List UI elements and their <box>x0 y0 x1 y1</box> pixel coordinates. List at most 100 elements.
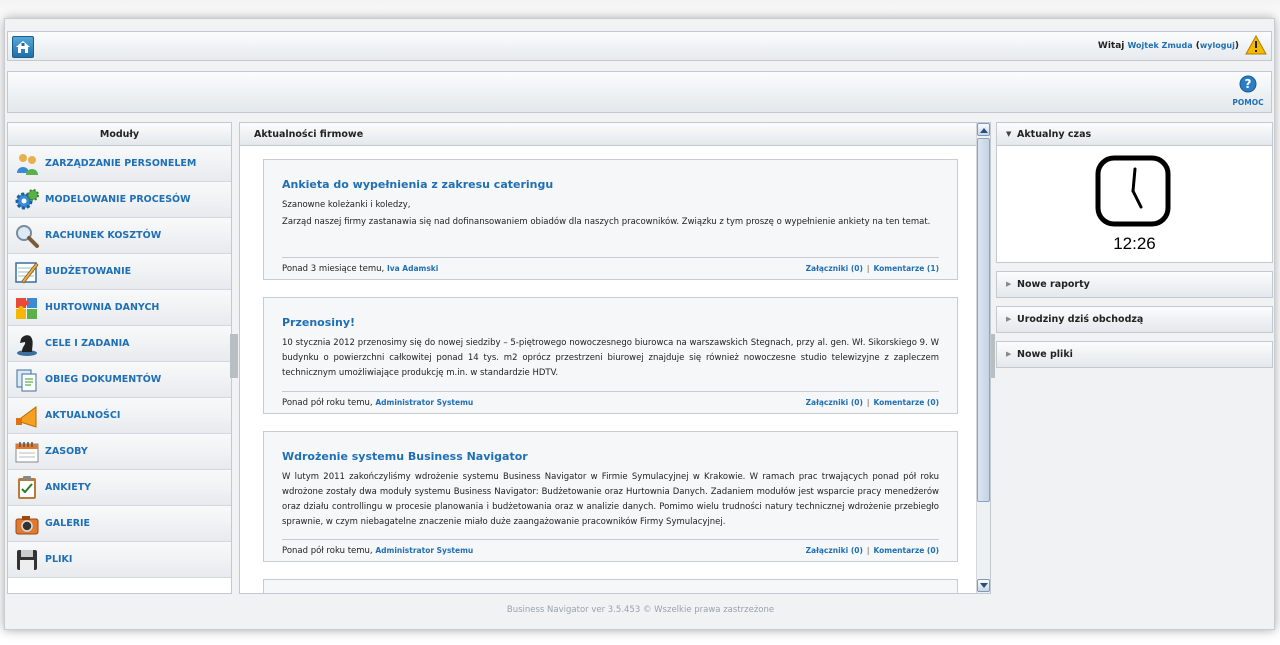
module-label: ZARZĄDZANIE PERSONELEM <box>45 158 197 169</box>
module-label: ZASOBY <box>45 446 88 457</box>
clock-time: 12:26 <box>1113 234 1156 253</box>
news-card-body: Szanowne koleżanki i koledzy, Zarząd nas… <box>282 198 939 230</box>
expand-arrow-icon: ▶ <box>1006 280 1012 288</box>
news-card-paragraph: Szanowne koleżanki i koledzy, <box>282 200 411 210</box>
module-label: GALERIE <box>45 518 91 529</box>
section-new-files[interactable]: ▶ Nowe pliki <box>996 341 1273 368</box>
news-card-author-link[interactable]: Administrator Systemu <box>375 546 473 555</box>
attachments-link[interactable]: Załączniki (0) <box>806 546 863 555</box>
logout-link[interactable]: wyloguj <box>1200 41 1235 50</box>
news-scrollbar[interactable] <box>976 123 990 593</box>
news-panel: Aktualności firmowe Ankieta do wypełnien… <box>239 122 991 594</box>
module-item-surveys[interactable]: ANKIETY <box>8 470 231 506</box>
news-card: Ankieta do wypełnienia z zakresu caterin… <box>263 159 958 280</box>
news-card-time: Ponad pół roku temu, <box>282 545 373 556</box>
toolbar: ? POMOC <box>7 71 1272 113</box>
news-card-paragraph: Zarząd naszej firmy zastanawia się nad d… <box>282 217 931 227</box>
news-card-time: Ponad pół roku temu, <box>282 397 373 408</box>
left-panel-collapse-handle[interactable] <box>230 334 238 378</box>
megaphone-icon <box>12 401 42 431</box>
attachments-link[interactable]: Załączniki (0) <box>806 264 863 273</box>
puzzle-icon <box>12 293 42 323</box>
news-card-title[interactable]: Wdrożenie systemu Business Navigator <box>282 450 939 463</box>
clock-widget-header[interactable]: ▼ Aktualny czas <box>997 123 1272 146</box>
module-item-personnel[interactable]: ZARZĄDZANIE PERSONELEM <box>8 146 231 182</box>
news-card-footer: Ponad pół roku temu, Administrator Syste… <box>282 539 939 561</box>
news-card-author-link[interactable]: Administrator Systemu <box>375 398 473 407</box>
module-item-budgeting[interactable]: BUDŻETOWANIE <box>8 254 231 290</box>
module-label: RACHUNEK KOSZTÓW <box>45 230 162 241</box>
module-item-resources[interactable]: ZASOBY <box>8 434 231 470</box>
chess-knight-icon <box>12 329 42 359</box>
analog-clock-icon <box>1095 155 1171 227</box>
scrollbar-thumb[interactable] <box>977 138 990 502</box>
clipboard-icon <box>12 473 42 503</box>
scroll-up-icon[interactable] <box>977 123 990 136</box>
warning-icon[interactable] <box>1245 34 1267 58</box>
section-label: Nowe pliki <box>1017 349 1073 360</box>
comments-link[interactable]: Komentarze (1) <box>873 264 939 273</box>
comments-link[interactable]: Komentarze (0) <box>873 398 939 407</box>
news-card-title[interactable]: Przenosiny! <box>282 316 939 329</box>
app-frame: Witaj Wojtek Zmuda (wyloguj) ? POMOC Mod… <box>4 18 1275 630</box>
welcome-text: Witaj Wojtek Zmuda (wyloguj) <box>1097 41 1239 51</box>
gears-icon <box>12 185 42 215</box>
calendar-icon <box>12 437 42 467</box>
news-card-time: Ponad 3 miesiące temu, <box>282 263 385 274</box>
user-name-link[interactable]: Wojtek Zmuda <box>1128 41 1193 50</box>
section-new-reports[interactable]: ▶ Nowe raporty <box>996 271 1273 298</box>
news-card: Wdrożenie systemu Business Navigator W l… <box>263 431 958 562</box>
module-label: PLIKI <box>45 554 73 565</box>
scroll-down-icon[interactable] <box>977 579 990 592</box>
help-button[interactable]: ? POMOC <box>1231 75 1265 107</box>
module-label: CELE I ZADANIA <box>45 338 130 349</box>
news-card-paragraph: 10 stycznia 2012 przenosimy się do nowej… <box>282 338 939 378</box>
section-label: Nowe raporty <box>1017 279 1090 290</box>
pencil-board-icon <box>12 257 42 287</box>
news-card: Przenosiny! 10 stycznia 2012 przenosimy … <box>263 297 958 414</box>
expand-arrow-icon: ▶ <box>1006 315 1012 323</box>
module-label: MODELOWANIE PROCESÓW <box>45 194 191 205</box>
news-card-footer: Ponad 3 miesiące temu, Iva Adamski Załąc… <box>282 257 939 279</box>
module-item-warehouse[interactable]: HURTOWNIA DANYCH <box>8 290 231 326</box>
right-panel: ▼ Aktualny czas 12:26 ▶ Nowe raporty ▶ Uro… <box>996 122 1273 368</box>
module-label: HURTOWNIA DANYCH <box>45 302 160 313</box>
people-icon <box>12 149 42 179</box>
news-card-partial <box>263 579 958 593</box>
module-item-files[interactable]: PLIKI <box>8 542 231 578</box>
svg-text:?: ? <box>1245 77 1252 91</box>
module-label: BUDŻETOWANIE <box>45 266 132 277</box>
help-label: POMOC <box>1232 98 1264 107</box>
home-icon[interactable] <box>12 36 34 58</box>
comments-link[interactable]: Komentarze (0) <box>873 546 939 555</box>
news-card-title[interactable]: Ankieta do wypełnienia z zakresu caterin… <box>282 178 939 191</box>
clock-title: Aktualny czas <box>1017 129 1092 140</box>
news-title: Aktualności firmowe <box>240 123 990 146</box>
clock-widget: ▼ Aktualny czas 12:26 <box>996 122 1273 263</box>
help-icon: ? <box>1239 75 1257 93</box>
top-bar: Witaj Wojtek Zmuda (wyloguj) <box>7 31 1272 61</box>
module-item-news[interactable]: AKTUALNOŚCI <box>8 398 231 434</box>
camera-icon <box>12 509 42 539</box>
section-birthdays[interactable]: ▶ Urodziny dziś obchodzą <box>996 306 1273 333</box>
module-item-processes[interactable]: MODELOWANIE PROCESÓW <box>8 182 231 218</box>
floppy-icon <box>12 545 42 575</box>
welcome-prefix: Witaj <box>1097 41 1125 51</box>
modules-title: Moduły <box>8 123 231 146</box>
module-label: OBIEG DOKUMENTÓW <box>45 374 162 385</box>
module-item-goals[interactable]: CELE I ZADANIA <box>8 326 231 362</box>
attachments-link[interactable]: Załączniki (0) <box>806 398 863 407</box>
news-card-body: W lutym 2011 zakończyliśmy wdrożenie sys… <box>282 470 939 530</box>
magnifier-icon <box>12 221 42 251</box>
modules-panel: Moduły ZARZĄDZANIE PERSONELEM MODELOWANI… <box>7 122 232 594</box>
expand-arrow-icon: ▶ <box>1006 350 1012 358</box>
module-item-galleries[interactable]: GALERIE <box>8 506 231 542</box>
news-card-footer: Ponad pół roku temu, Administrator Syste… <box>282 391 939 413</box>
module-item-costs[interactable]: RACHUNEK KOSZTÓW <box>8 218 231 254</box>
news-card-author-link[interactable]: Iva Adamski <box>387 264 438 273</box>
documents-icon <box>12 365 42 395</box>
module-item-documents[interactable]: OBIEG DOKUMENTÓW <box>8 362 231 398</box>
module-label: AKTUALNOŚCI <box>45 410 121 421</box>
news-card-paragraph: W lutym 2011 zakończyliśmy wdrożenie sys… <box>282 472 939 527</box>
collapse-arrow-icon: ▼ <box>1006 130 1012 138</box>
